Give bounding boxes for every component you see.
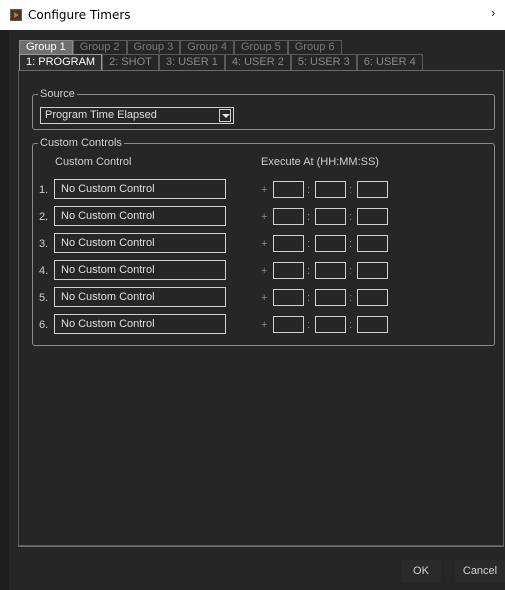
- seconds-input[interactable]: [357, 208, 388, 225]
- time-separator: :: [307, 238, 311, 250]
- tab-group-1[interactable]: Group 1: [19, 40, 73, 54]
- tab-user-1[interactable]: 3: USER 1: [158, 54, 225, 70]
- seconds-input[interactable]: [357, 289, 388, 306]
- group-tabs: Group 1 Group 2 Group 3 Group 4 Group 5 …: [19, 40, 342, 54]
- sign-toggle[interactable]: +: [261, 184, 267, 196]
- row-number: 1.: [39, 184, 49, 196]
- minutes-input[interactable]: [315, 235, 346, 252]
- hours-input[interactable]: [273, 208, 304, 225]
- sign-toggle[interactable]: +: [261, 238, 267, 250]
- sign-toggle[interactable]: +: [261, 319, 267, 331]
- time-separator: :: [307, 292, 311, 304]
- time-separator: :: [349, 265, 353, 277]
- tab-group-3[interactable]: Group 3: [126, 40, 181, 54]
- custom-control-field[interactable]: No Custom Control: [54, 179, 226, 199]
- tab-group-4[interactable]: Group 4: [180, 40, 234, 54]
- custom-controls-group: Custom Controls Custom Control Execute A…: [32, 137, 495, 346]
- dropdown-arrow-icon[interactable]: [219, 109, 231, 122]
- ok-button[interactable]: OK: [401, 560, 441, 583]
- tab-user-3[interactable]: 5: USER 3: [290, 54, 357, 70]
- time-separator: :: [349, 211, 353, 223]
- source-select[interactable]: Program Time Elapsed: [40, 107, 234, 124]
- minutes-input[interactable]: [315, 262, 346, 279]
- row-number: 6.: [39, 319, 49, 331]
- time-separator: :: [307, 184, 311, 196]
- hours-input[interactable]: [273, 316, 304, 333]
- hours-input[interactable]: [273, 181, 304, 198]
- custom-control-field[interactable]: No Custom Control: [54, 314, 226, 334]
- tab-shot[interactable]: 2: SHOT: [102, 54, 159, 70]
- row-number: 4.: [39, 265, 49, 277]
- time-separator: :: [307, 211, 311, 223]
- time-separator: :: [349, 319, 353, 331]
- tab-user-4[interactable]: 6: USER 4: [356, 54, 423, 70]
- source-select-value: Program Time Elapsed: [45, 109, 157, 121]
- custom-controls-legend: Custom Controls: [38, 137, 124, 149]
- minutes-input[interactable]: [315, 208, 346, 225]
- minutes-input[interactable]: [315, 316, 346, 333]
- row-number: 5.: [39, 292, 49, 304]
- hours-input[interactable]: [273, 262, 304, 279]
- row-number: 2.: [39, 211, 49, 223]
- window-title: Configure Timers: [28, 8, 131, 22]
- custom-control-field[interactable]: No Custom Control: [54, 233, 226, 253]
- sign-toggle[interactable]: +: [261, 211, 267, 223]
- panel-divider: [18, 546, 504, 547]
- execute-at-column-header: Execute At (HH:MM:SS): [261, 156, 379, 168]
- seconds-input[interactable]: [357, 316, 388, 333]
- tab-user-2[interactable]: 4: USER 2: [224, 54, 291, 70]
- time-separator: :: [307, 265, 311, 277]
- dialog-body: Group 1 Group 2 Group 3 Group 4 Group 5 …: [9, 30, 505, 590]
- tab-group-6[interactable]: Group 6: [287, 40, 342, 54]
- source-group: Source Program Time Elapsed: [32, 88, 495, 130]
- time-separator: :: [349, 292, 353, 304]
- seconds-input[interactable]: [357, 235, 388, 252]
- tab-group-2[interactable]: Group 2: [72, 40, 127, 54]
- custom-control-field[interactable]: No Custom Control: [54, 206, 226, 226]
- seconds-input[interactable]: [357, 181, 388, 198]
- source-legend: Source: [38, 88, 77, 100]
- time-separator: :: [307, 319, 311, 331]
- sign-toggle[interactable]: +: [261, 292, 267, 304]
- custom-control-column-header: Custom Control: [55, 156, 132, 168]
- app-icon: [10, 9, 22, 21]
- minutes-input[interactable]: [315, 289, 346, 306]
- time-separator: :: [349, 184, 353, 196]
- tab-group-5[interactable]: Group 5: [234, 40, 288, 54]
- row-number: 3.: [39, 238, 49, 250]
- time-separator: :: [349, 238, 353, 250]
- tab-program[interactable]: 1: PROGRAM: [19, 54, 103, 70]
- hours-input[interactable]: [273, 235, 304, 252]
- title-bar: Configure Timers ›: [0, 0, 505, 30]
- custom-control-field[interactable]: No Custom Control: [54, 260, 226, 280]
- custom-control-field[interactable]: No Custom Control: [54, 287, 226, 307]
- cancel-button[interactable]: Cancel: [455, 560, 505, 583]
- close-icon[interactable]: ›: [491, 5, 505, 25]
- trigger-tabs: 1: PROGRAM 2: SHOT 3: USER 1 4: USER 2 5…: [19, 54, 423, 70]
- minutes-input[interactable]: [315, 181, 346, 198]
- seconds-input[interactable]: [357, 262, 388, 279]
- sign-toggle[interactable]: +: [261, 265, 267, 277]
- hours-input[interactable]: [273, 289, 304, 306]
